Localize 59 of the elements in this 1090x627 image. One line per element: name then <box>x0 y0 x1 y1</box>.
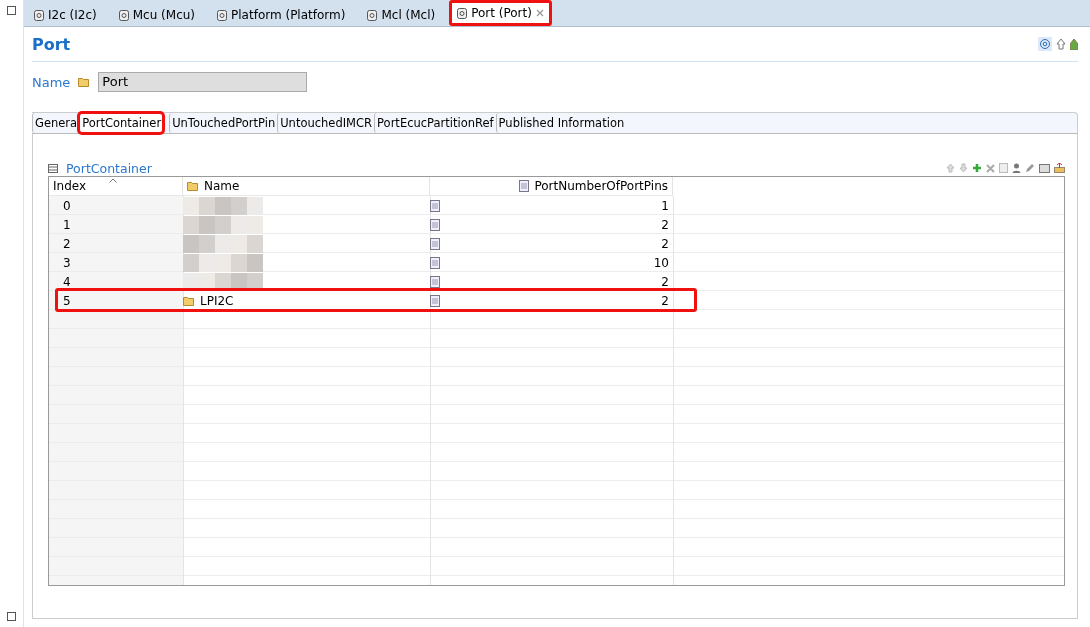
table-cell: 0 <box>63 198 71 213</box>
home-icon[interactable] <box>1070 38 1078 50</box>
table-cell: 2 <box>661 274 669 289</box>
module-icon <box>217 9 228 21</box>
module-icon <box>367 9 378 21</box>
column-header[interactable]: Name <box>183 177 430 196</box>
folder-icon <box>78 77 91 87</box>
sort-icon[interactable] <box>109 178 117 183</box>
section-tab[interactable]: UntouchedIMCR <box>277 113 375 133</box>
document-icon <box>430 294 440 307</box>
table-cell: 1 <box>661 198 669 213</box>
module-icon <box>34 9 44 21</box>
editor-tab[interactable]: Mcu (Mcu) <box>110 4 204 26</box>
editor-tab[interactable]: Port (Port) <box>449 0 552 26</box>
export-icon[interactable] <box>1054 163 1065 173</box>
document-icon <box>430 199 440 212</box>
section-tab[interactable]: PortEcucPartitionRef <box>374 113 496 133</box>
folder-icon <box>187 181 199 191</box>
restore-icon[interactable] <box>7 612 16 621</box>
editor-tab[interactable]: Mcl (Mcl) <box>359 4 444 26</box>
document-icon <box>430 256 440 269</box>
name-field[interactable]: Port <box>98 72 308 92</box>
add-icon[interactable] <box>972 163 982 173</box>
document-icon <box>430 218 440 231</box>
table-cell: 10 <box>653 255 669 270</box>
page-title: Port <box>32 34 71 54</box>
person-icon[interactable] <box>1012 163 1021 173</box>
section-tab[interactable]: UnTouchedPortPin <box>169 113 278 133</box>
section-tab[interactable]: Published Information <box>495 113 627 133</box>
table-cell: 2 <box>63 236 71 251</box>
table-cell: 1 <box>63 217 71 232</box>
section-tab[interactable]: PortContainer <box>79 113 164 133</box>
column-header[interactable]: Index <box>49 177 183 196</box>
editor-tab[interactable]: I2c (I2c) <box>26 4 105 26</box>
table-cell: 2 <box>661 217 669 232</box>
table-icon <box>48 163 58 173</box>
section-title: PortContainer <box>66 160 152 176</box>
document-icon <box>430 237 440 250</box>
section-tab[interactable]: Genera <box>32 113 80 133</box>
editor-tab[interactable]: Platform (Platform) <box>209 4 354 26</box>
delete-icon[interactable] <box>986 163 995 173</box>
module-icon <box>457 7 468 19</box>
name-label: Name <box>32 74 71 90</box>
table-cell: LPI2C <box>200 293 234 308</box>
column-header[interactable]: PortNumberOfPortPins <box>430 177 673 196</box>
window-icon[interactable] <box>1039 163 1050 173</box>
close-icon[interactable] <box>535 9 544 17</box>
table-cell: 5 <box>63 293 71 308</box>
document-icon <box>430 275 440 288</box>
table-cell: 2 <box>661 293 669 308</box>
module-icon <box>118 9 129 21</box>
document-icon <box>519 180 530 192</box>
pencil-icon[interactable] <box>1025 163 1035 173</box>
table-cell: 3 <box>63 255 71 270</box>
restore-icon[interactable] <box>7 6 16 15</box>
table-cell: 4 <box>63 274 71 289</box>
up-arrow-icon[interactable] <box>1056 38 1066 50</box>
table-cell: 2 <box>661 236 669 251</box>
folder-icon <box>183 295 195 306</box>
